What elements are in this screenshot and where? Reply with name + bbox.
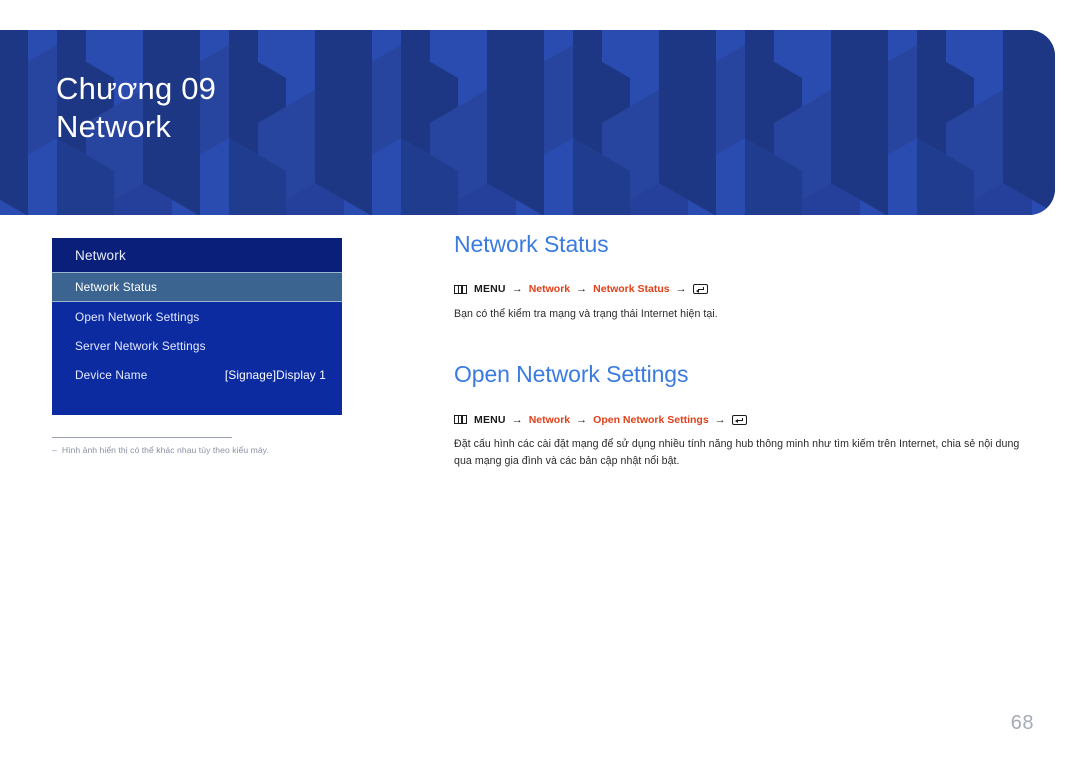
breadcrumb: MENU → Network → Network Status → (454, 283, 1024, 295)
breadcrumb-link-network[interactable]: Network (529, 283, 570, 295)
chapter-label: Chương 09 (56, 71, 217, 106)
breadcrumb: MENU → Network → Open Network Settings → (454, 414, 1024, 426)
menu-icon (454, 284, 467, 294)
section-body: Đặt cấu hình các cài đặt mạng để sử dụng… (454, 438, 1020, 467)
enter-key-icon (731, 414, 747, 425)
osd-item-label: Network Status (75, 280, 158, 294)
content-column: Network Status MENU → Network → Network … (454, 231, 1024, 509)
footnote-dash: ‒ (52, 445, 57, 455)
footnote-block: ‒ Hình ảnh hiển thị có thể khác nhau tùy… (52, 437, 352, 455)
arrow-right-icon: → (576, 413, 588, 426)
osd-menu-bottom-padding (52, 389, 342, 415)
osd-item-label: Device Name (75, 367, 148, 382)
section-title: Open Network Settings (454, 361, 689, 388)
section-network-status: Network Status MENU → Network → Network … (454, 231, 1024, 322)
osd-item-label: Open Network Settings (75, 309, 200, 324)
section-title: Network Status (454, 231, 609, 257)
osd-menu-item-open-network-settings[interactable]: Open Network Settings (52, 302, 342, 331)
osd-item-value: [Signage]Display 1 (224, 367, 326, 382)
arrow-right-icon: → (714, 413, 726, 426)
enter-key-icon (692, 284, 708, 295)
section-open-network-settings: Open Network Settings MENU → Network → O… (454, 361, 1024, 469)
section-body: Bạn có thể kiểm tra mạng và trạng thái I… (454, 307, 718, 320)
osd-menu-header: Network (52, 238, 342, 272)
breadcrumb-menu-label: MENU (474, 413, 506, 426)
breadcrumb-link-open-network-settings[interactable]: Open Network Settings (593, 414, 709, 426)
arrow-right-icon: → (511, 413, 523, 426)
chapter-title: Network (56, 109, 172, 145)
footnote-text: Hình ảnh hiển thị có thể khác nhau tùy t… (61, 445, 269, 455)
breadcrumb-link-network[interactable]: Network (529, 414, 570, 426)
arrow-right-icon: → (511, 283, 523, 296)
footnote: ‒ Hình ảnh hiển thị có thể khác nhau tùy… (52, 445, 352, 455)
arrow-right-icon: → (675, 283, 687, 296)
footnote-divider (52, 437, 232, 438)
osd-item-label: Server Network Settings (75, 338, 206, 353)
banner-title-group: Chương 09 Network (56, 70, 216, 147)
breadcrumb-menu-label: MENU (474, 283, 506, 296)
osd-menu-panel: Network Network Status Open Network Sett… (52, 238, 342, 415)
osd-menu-item-network-status[interactable]: Network Status (52, 272, 342, 302)
page-number: 68 (1010, 712, 1034, 734)
osd-menu-item-server-network-settings[interactable]: Server Network Settings (52, 331, 342, 360)
breadcrumb-link-network-status[interactable]: Network Status (593, 283, 669, 295)
arrow-right-icon: → (576, 283, 588, 296)
chapter-banner: Chương 09 Network (0, 30, 1055, 215)
osd-menu-item-device-name[interactable]: Device Name [Signage]Display 1 (52, 360, 342, 389)
menu-icon (454, 415, 467, 425)
